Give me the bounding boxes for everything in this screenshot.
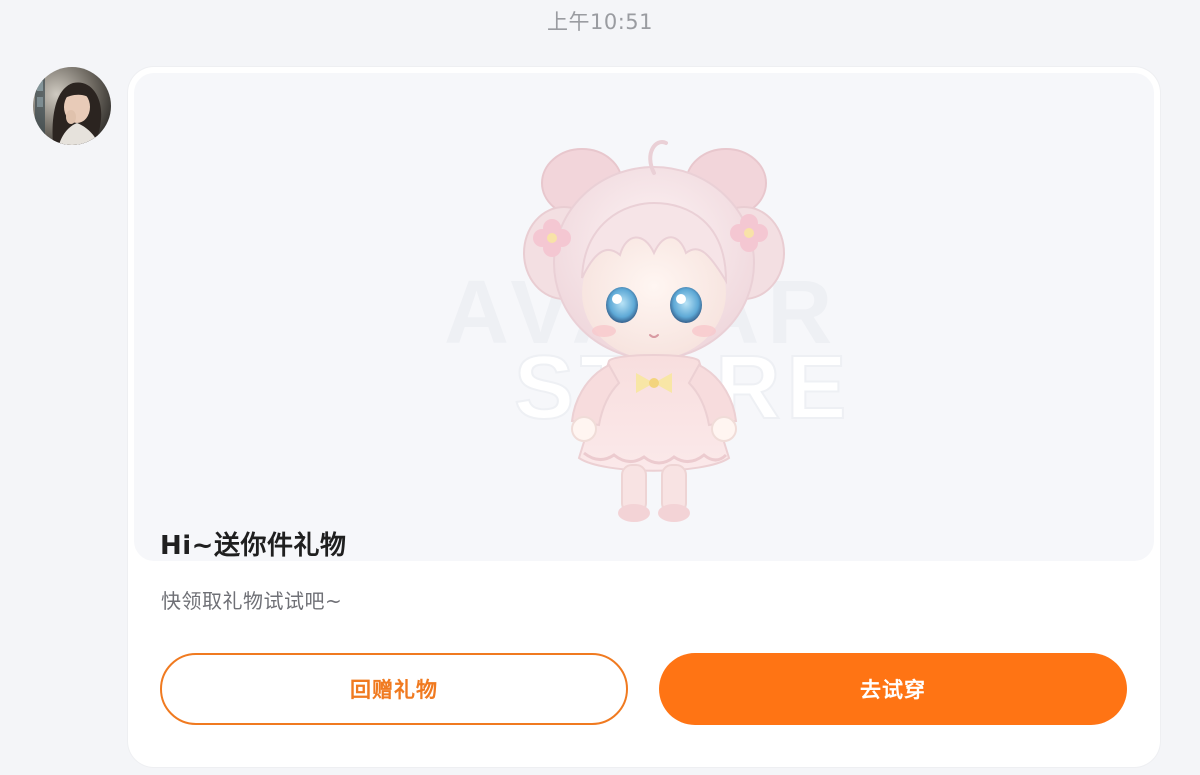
gift-title: Hi~送你件礼物 bbox=[160, 531, 347, 561]
chibi-girl-avatar-outfit-icon bbox=[523, 140, 785, 522]
return-gift-button[interactable]: 回赠礼物 bbox=[160, 653, 628, 725]
gift-image-area[interactable]: AVATAR STORE bbox=[134, 73, 1154, 561]
gift-message-card[interactable]: AVATAR STORE bbox=[128, 67, 1160, 767]
user-avatar-photo-icon bbox=[33, 67, 111, 145]
gift-subtitle: 快领取礼物试试吧~ bbox=[161, 589, 343, 613]
try-on-button[interactable]: 去试穿 bbox=[659, 653, 1127, 725]
chat-screen: 上午10:51 AVATAR STORE bbox=[0, 0, 1200, 775]
message-timestamp: 上午10:51 bbox=[546, 10, 654, 34]
sender-avatar[interactable] bbox=[33, 67, 111, 145]
